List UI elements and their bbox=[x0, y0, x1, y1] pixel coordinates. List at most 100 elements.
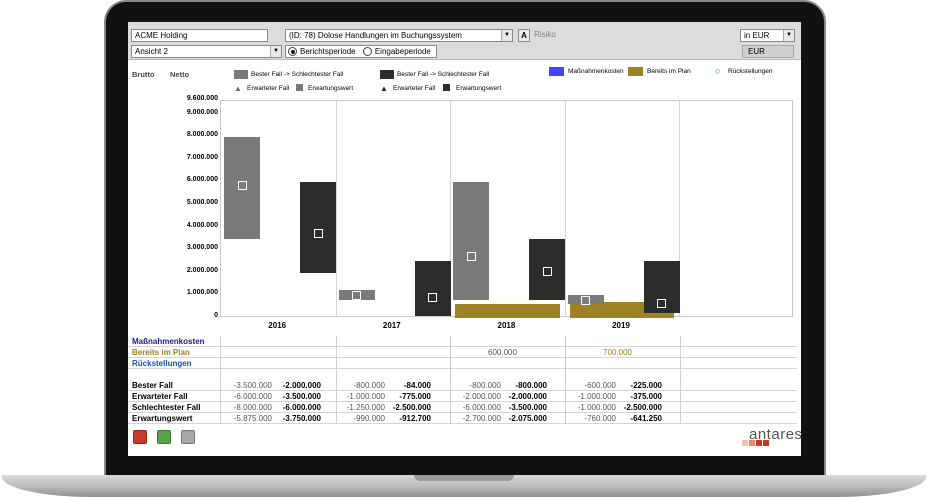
table-cell: -1.000.000 bbox=[577, 403, 616, 412]
expectation-marker bbox=[466, 252, 476, 262]
table-cell: -6.000.000 bbox=[233, 392, 272, 401]
legend-netto-swatch bbox=[380, 70, 394, 79]
table-cell: 700.000 bbox=[603, 348, 632, 357]
table-row: Erwarteter Fall -6.000.000 -3.500.000 -1.00… bbox=[128, 391, 797, 402]
y-tick-label: 9.000.000 bbox=[186, 108, 218, 116]
brutto-label: Brutto bbox=[132, 70, 155, 79]
table-cell: -641.250 bbox=[630, 414, 662, 423]
app-screen: ACME Holding (ID: 78) Dolose Handlungen … bbox=[128, 22, 801, 456]
brutto-range-bar[interactable] bbox=[453, 182, 490, 300]
radio-empty-icon bbox=[362, 47, 372, 56]
table-row: Bester Fall -3.500.000 -2.000.000 -800.000 -… bbox=[128, 380, 797, 391]
row-label: Erwarteter Fall bbox=[132, 392, 188, 401]
circle-icon: ○ bbox=[715, 66, 721, 76]
table-cell: -2.500.000 bbox=[623, 403, 662, 412]
table-cell: -800.000 bbox=[353, 381, 385, 390]
home-icon[interactable] bbox=[133, 430, 147, 444]
logo-square bbox=[749, 440, 755, 446]
triangle-icon: ▲ bbox=[234, 84, 242, 93]
table-cell: -5.875.000 bbox=[233, 414, 272, 423]
radio-label: Eingabeperiode bbox=[374, 47, 431, 56]
view-select[interactable]: Ansicht 2 ▼ bbox=[131, 45, 282, 58]
table-column-divider bbox=[450, 336, 451, 424]
table-cell: -800.000 bbox=[515, 381, 547, 390]
table-column-divider bbox=[220, 336, 221, 424]
table-cell: -800.000 bbox=[469, 381, 501, 390]
table-column-divider bbox=[565, 336, 566, 424]
table-row: Maßnahmenkosten bbox=[128, 336, 797, 347]
table-cell: -2.500.000 bbox=[392, 403, 431, 412]
logo-square bbox=[742, 440, 748, 446]
netto-range-bar[interactable] bbox=[414, 261, 451, 317]
table-cell: -2.000.000 bbox=[508, 392, 547, 401]
chevron-down-icon: ▼ bbox=[270, 46, 281, 57]
radio-selected-icon bbox=[288, 47, 297, 56]
table-row: Schlechtester Fall -8.000.000 -6.000.000 -1… bbox=[128, 402, 797, 413]
table-cell: -3.750.000 bbox=[282, 414, 321, 423]
y-tick-label: 1.000.000 bbox=[186, 289, 218, 297]
radio-eingabeperiode[interactable]: Eingabeperiode bbox=[362, 47, 431, 56]
legend-expected-brutto: Erwarteter Fall bbox=[247, 85, 290, 92]
table-cell: -84.000 bbox=[403, 381, 431, 390]
chevron-down-icon: ▼ bbox=[783, 30, 794, 41]
expectation-marker bbox=[237, 180, 247, 190]
company-select[interactable]: ACME Holding bbox=[131, 29, 268, 42]
table-cell: -2.075.000 bbox=[508, 414, 547, 423]
legend-plan-swatch bbox=[628, 67, 643, 76]
chart-plot-area bbox=[220, 100, 793, 318]
table-cell: -1.000.000 bbox=[346, 392, 385, 401]
triangle-icon: ▲ bbox=[380, 84, 388, 93]
y-tick-label: 6.000.000 bbox=[186, 176, 218, 184]
currency-select[interactable]: in EUR ▼ bbox=[740, 29, 795, 42]
print-icon[interactable] bbox=[181, 430, 195, 444]
table-cell: -375.000 bbox=[630, 392, 662, 401]
y-tick-label: 9.600.000 bbox=[186, 95, 218, 102]
expectation-marker bbox=[542, 266, 552, 276]
legend-expectation-brutto: Erwartungswert bbox=[308, 85, 354, 92]
legend-expected-netto: Erwarteter Fall bbox=[393, 85, 436, 92]
row-label: Bereits im Plan bbox=[132, 348, 190, 357]
netto-label: Netto bbox=[170, 70, 190, 79]
legend-plan: Bereits im Plan bbox=[647, 68, 691, 75]
company-select-value: ACME Holding bbox=[135, 31, 188, 40]
expectation-marker bbox=[352, 291, 362, 301]
table-cell: -6.000.000 bbox=[462, 403, 501, 412]
table-column-divider bbox=[336, 336, 337, 424]
table-cell: -2.000.000 bbox=[282, 381, 321, 390]
back-icon[interactable] bbox=[157, 430, 171, 444]
row-label: Bester Fall bbox=[132, 381, 173, 390]
table-cell: -3.500.000 bbox=[233, 381, 272, 390]
table-cell: -912.700 bbox=[399, 414, 431, 423]
square-icon bbox=[443, 84, 450, 91]
legend-brutto-swatch bbox=[234, 70, 248, 79]
table-cell: -225.000 bbox=[630, 381, 662, 390]
x-tick-label: 2017 bbox=[382, 321, 401, 330]
table-row: Bereits im Plan 600.000 700.000 bbox=[128, 347, 797, 358]
y-tick-label: 4.000.000 bbox=[186, 221, 218, 229]
table-cell: -2.700.000 bbox=[462, 414, 501, 423]
expectation-marker bbox=[581, 296, 591, 306]
x-tick-label: 2018 bbox=[497, 321, 516, 330]
period-radio-group: Berichtsperiode Eingabeperiode bbox=[285, 45, 437, 58]
chevron-down-icon: ▼ bbox=[501, 30, 512, 41]
a-button[interactable]: A bbox=[518, 29, 530, 42]
legend-expectation-netto: Erwartungswert bbox=[456, 85, 502, 92]
table-cell: -8.000.000 bbox=[233, 403, 272, 412]
radio-label: Berichtsperiode bbox=[300, 47, 356, 56]
table-cell: -600.000 bbox=[584, 381, 616, 390]
y-tick-label: 2.000.000 bbox=[186, 266, 218, 274]
table-row: Rückstellungen bbox=[128, 358, 797, 369]
expectation-marker bbox=[657, 299, 667, 308]
in-plan-bar[interactable] bbox=[455, 304, 560, 318]
table-row: Erwartungswert -5.875.000 -3.750.000 -990.0… bbox=[128, 413, 797, 424]
risiko-label: Risiko bbox=[534, 30, 556, 39]
netto-range-bar[interactable] bbox=[300, 182, 336, 273]
table-cell: -3.500.000 bbox=[508, 403, 547, 412]
risk-select[interactable]: (ID: 78) Dolose Handlungen im Buchungssy… bbox=[285, 29, 513, 42]
legend-netto-range: Bester Fall -> Schlechtester Fall bbox=[397, 71, 490, 78]
x-tick-label: 2019 bbox=[612, 321, 630, 330]
expectation-marker bbox=[313, 228, 323, 238]
radio-berichtsperiode[interactable]: Berichtsperiode bbox=[288, 47, 356, 56]
table-cell: -2.000.000 bbox=[462, 392, 501, 401]
currency-select-value: in EUR bbox=[744, 31, 770, 40]
